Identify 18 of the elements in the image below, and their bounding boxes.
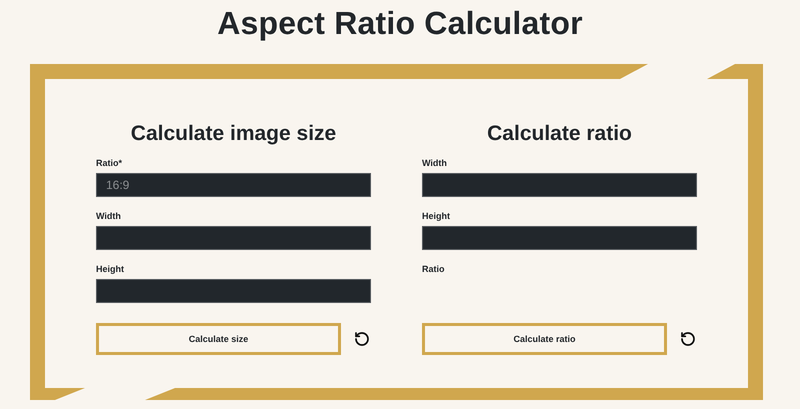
reset-icon[interactable] — [680, 331, 696, 347]
field-label: Ratio — [422, 264, 444, 275]
section-heading: Calculate image size — [130, 122, 338, 146]
section-heading: Calculate ratio — [486, 122, 633, 146]
input-field[interactable] — [96, 226, 371, 250]
field-label: Height — [422, 211, 450, 222]
field-label: Ratio* — [96, 158, 122, 169]
input-field[interactable] — [96, 279, 371, 303]
field-label: Width — [422, 158, 447, 169]
field-label: Width — [96, 211, 121, 222]
page-title: Aspect Ratio Calculator — [217, 4, 583, 43]
input-field[interactable] — [422, 173, 697, 197]
field-label: Height — [96, 264, 124, 275]
calculate-button[interactable]: Calculate ratio — [422, 323, 667, 355]
calculate-button[interactable]: Calculate size — [96, 323, 341, 355]
input-field[interactable]: 16:9 — [96, 173, 371, 197]
input-field[interactable] — [422, 226, 697, 250]
reset-icon[interactable] — [354, 331, 370, 347]
